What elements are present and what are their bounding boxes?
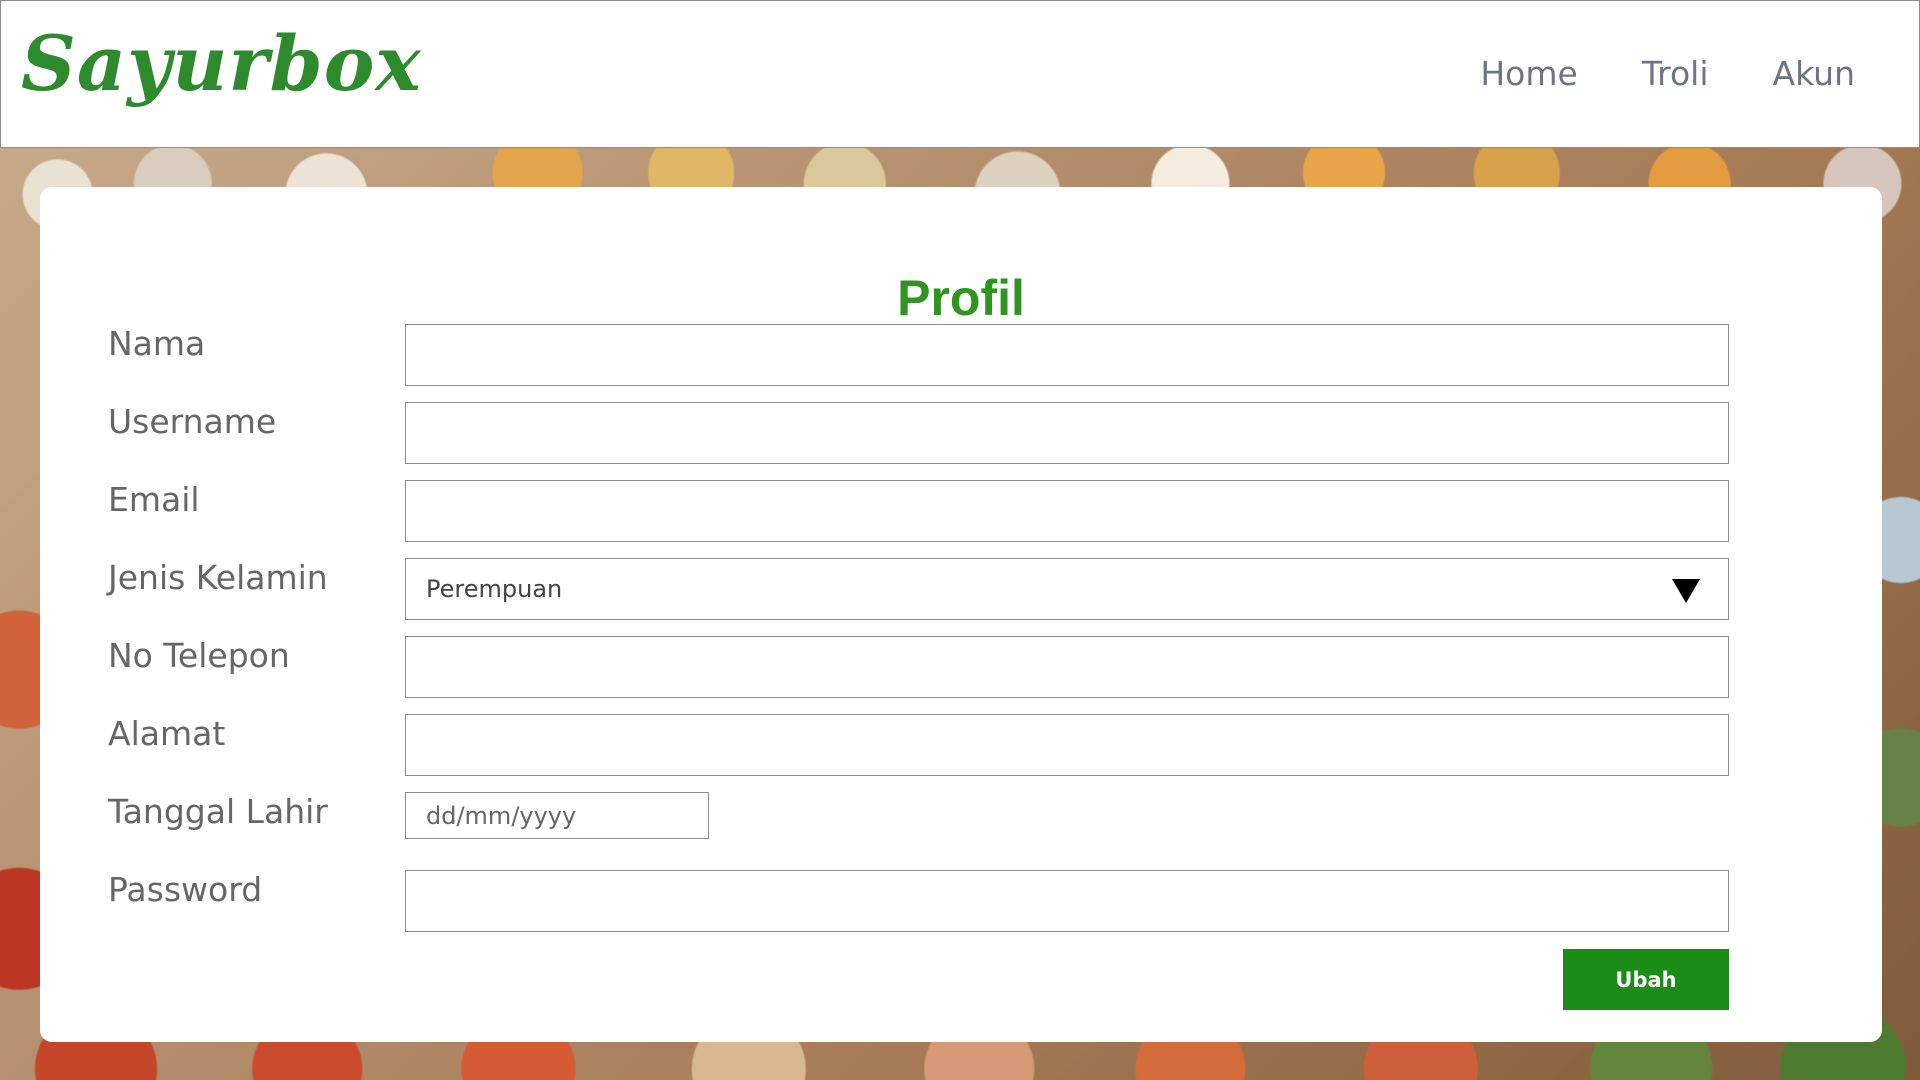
birthdate-row: Tanggal Lahir dd/mm/yyyy [40,792,1882,854]
gender-row: Jenis Kelamin Perempuan [40,558,1882,620]
name-label: Nama [108,324,206,363]
gender-select[interactable]: Perempuan [405,558,1729,620]
nav-cart-link[interactable]: Troli [1642,54,1709,93]
username-row: Username [40,402,1882,464]
email-row: Email [40,480,1882,542]
email-input[interactable] [405,480,1729,542]
chevron-down-icon [1672,579,1700,603]
email-label: Email [108,480,200,519]
password-label: Password [108,870,263,909]
profile-form-card: Profil Nama Username Email Jenis Kelamin… [40,187,1882,1042]
profile-title: Profil [897,269,1025,326]
main-navigation: Home Troli Akun [1480,54,1855,93]
update-profile-button[interactable]: Ubah [1563,949,1729,1010]
name-input[interactable] [405,324,1729,386]
address-label: Alamat [108,714,226,753]
birthdate-input[interactable]: dd/mm/yyyy [405,792,709,839]
password-input[interactable] [405,870,1729,932]
birthdate-label: Tanggal Lahir [108,792,328,831]
nav-home-link[interactable]: Home [1480,54,1577,93]
username-label: Username [108,402,277,441]
gender-label: Jenis Kelamin [108,558,328,597]
phone-row: No Telepon [40,636,1882,698]
password-row: Password [40,870,1882,932]
address-row: Alamat [40,714,1882,776]
nav-account-link[interactable]: Akun [1773,54,1856,93]
brand-logo[interactable]: Sayurbox [21,19,422,108]
username-input[interactable] [405,402,1729,464]
address-input[interactable] [405,714,1729,776]
top-navigation-bar: Sayurbox Home Troli Akun [0,0,1920,148]
name-row: Nama [40,324,1882,386]
phone-input[interactable] [405,636,1729,698]
phone-label: No Telepon [108,636,290,675]
gender-value: Perempuan [426,575,563,603]
